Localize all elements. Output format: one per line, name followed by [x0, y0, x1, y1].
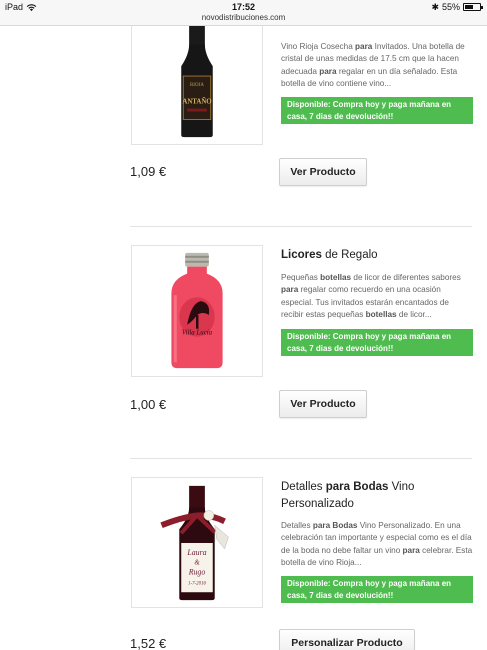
- text-run: de licor...: [396, 309, 432, 319]
- product-price: 1,52 €: [130, 636, 167, 650]
- divider: [130, 458, 472, 459]
- wedding-date-text: 1-7-2016: [188, 581, 207, 586]
- bold-text: para: [355, 42, 373, 51]
- bold-text: para: [319, 66, 337, 76]
- availability-badge: Disponible: Compra hoy y paga mañana en …: [281, 576, 473, 603]
- bold-text: botellas: [365, 309, 397, 319]
- product-price: 1,09 €: [130, 164, 167, 179]
- battery-icon: [463, 3, 483, 11]
- product-image[interactable]: RIOJA ANTAÑO: [131, 14, 263, 145]
- liqueur-bottle-image: Villa Lucía: [171, 252, 223, 369]
- bold-text: para Bodas: [325, 481, 389, 493]
- product-price: 1,00 €: [130, 397, 167, 412]
- text-run: de Regalo: [321, 249, 378, 261]
- product-description: Pequeñas botellas de licor de diferentes…: [281, 272, 473, 321]
- battery-level: [465, 5, 473, 9]
- antano-brand-text: ANTAÑO: [182, 98, 212, 106]
- wedding-amp-text: &: [194, 560, 200, 567]
- bold-text: para: [402, 545, 420, 555]
- status-bar: iPad 17:52 ✱ 55% novodistribuciones.com: [0, 0, 487, 26]
- bold-text: para: [281, 285, 299, 295]
- customize-product-button[interactable]: Personalizar Producto: [279, 629, 415, 650]
- status-right: ✱ 55%: [431, 1, 483, 12]
- text-run: Pequeñas: [281, 273, 321, 282]
- text-run: Vino Rioja Cosecha: [281, 42, 356, 51]
- bold-text: Licores: [281, 249, 322, 261]
- product-image[interactable]: Villa Lucía: [131, 245, 263, 377]
- product-description: Detalles para Bodas Vino Personalizado. …: [281, 520, 473, 569]
- bluetooth-icon: ✱: [431, 1, 439, 12]
- product-title[interactable]: Licores de Regalo: [281, 247, 473, 264]
- wine-bottle-image: RIOJA ANTAÑO: [181, 15, 213, 138]
- bold-text: para Bodas: [312, 521, 358, 530]
- wedding-name1-text: Laura: [186, 548, 206, 557]
- view-product-button[interactable]: Ver Producto: [279, 390, 367, 418]
- battery-percent: 55%: [441, 2, 460, 12]
- text-run: Detalles: [281, 521, 313, 530]
- product-description: Vino Rioja Cosecha para Invitados. Una b…: [281, 41, 473, 90]
- liqueur-brand-text: Villa Lucía: [182, 330, 213, 337]
- bold-text: botellas: [320, 273, 352, 282]
- product-image[interactable]: Laura & Rugo 1-7-2016: [131, 477, 263, 608]
- text-run: de licor de diferentes sabores: [351, 273, 461, 282]
- antano-region-text: RIOJA: [190, 83, 204, 88]
- availability-badge: Disponible: Compra hoy y paga mañana en …: [281, 329, 473, 356]
- clock: 17:52: [231, 2, 256, 12]
- view-product-button[interactable]: Ver Producto: [279, 158, 367, 186]
- divider: [130, 226, 472, 227]
- wedding-wine-image: Laura & Rugo 1-7-2016: [160, 485, 229, 601]
- product-title[interactable]: Detalles para Bodas Vino Personalizado: [281, 479, 473, 513]
- availability-badge: Disponible: Compra hoy y paga mañana en …: [281, 97, 473, 124]
- text-run: Detalles: [281, 481, 326, 493]
- wedding-name2-text: Rugo: [188, 568, 206, 577]
- address-bar-url[interactable]: novodistribuciones.com: [0, 13, 487, 22]
